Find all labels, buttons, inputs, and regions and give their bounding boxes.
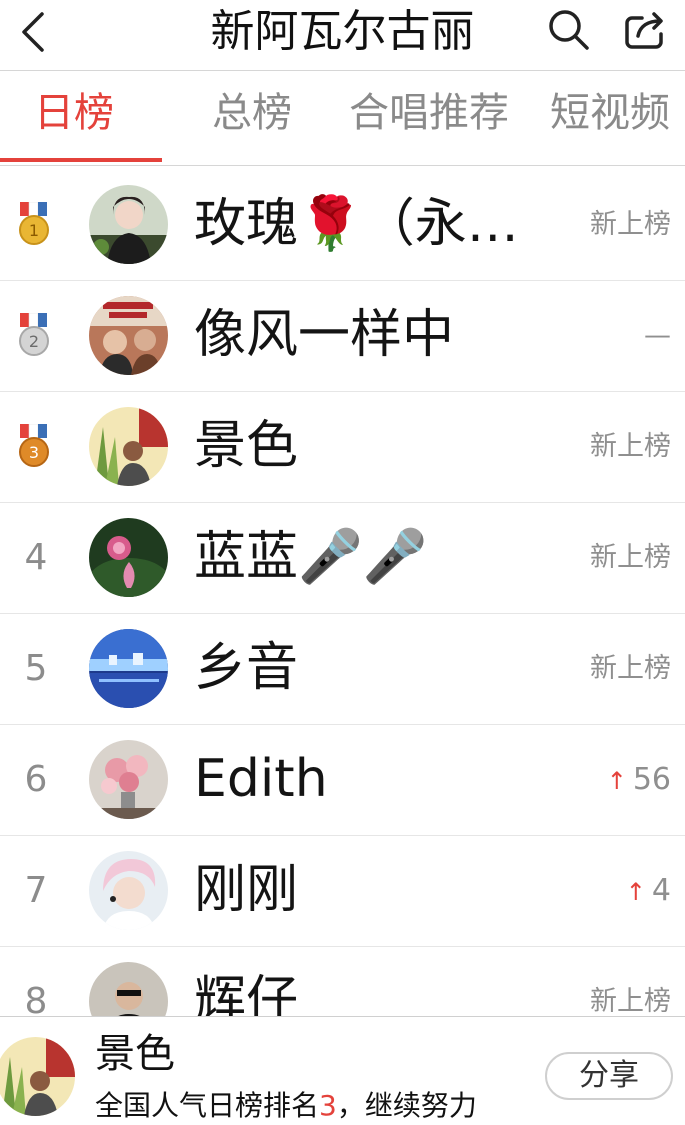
rank-number: 6	[24, 759, 48, 800]
tab-bar: 日榜 总榜 合唱推荐 短视频	[0, 71, 685, 166]
avatar[interactable]	[89, 851, 168, 930]
rank-number: 4	[24, 537, 48, 578]
silver-medal-icon: 2	[19, 313, 49, 356]
user-name[interactable]: 刚刚	[194, 835, 298, 946]
list-item[interactable]: 2 像风一样中 —	[0, 280, 685, 392]
my-rank-number: 3	[319, 1089, 337, 1122]
my-name: 景色	[95, 1031, 175, 1077]
list-item[interactable]: 1 玫瑰🌹（永… 新上榜	[0, 169, 685, 281]
share-icon[interactable]	[622, 8, 670, 52]
arrow-up-icon: ↑	[606, 767, 627, 795]
ranking-list[interactable]: 1 玫瑰🌹（永… 新上榜 2 像风一样中 — 3 景色 新上榜 4 蓝蓝🎤🎤 新…	[0, 169, 685, 1016]
svg-text:3: 3	[29, 443, 39, 462]
list-item[interactable]: 3 景色 新上榜	[0, 391, 685, 503]
rank-status: 新上榜	[590, 431, 671, 462]
rank-status: 新上榜	[590, 653, 671, 684]
my-rank-text: 全国人气日榜排名3，继续努力	[95, 1087, 477, 1125]
user-name[interactable]: Edith	[194, 724, 328, 835]
list-item[interactable]: 6 Edith ↑ 56	[0, 724, 685, 836]
share-button[interactable]: 分享	[545, 1052, 673, 1100]
avatar[interactable]	[0, 1037, 75, 1116]
avatar[interactable]	[89, 518, 168, 597]
tab-short-video[interactable]: 短视频	[550, 85, 670, 141]
my-rank-prefix: 全国人气日榜排名	[95, 1089, 320, 1122]
user-name[interactable]: 乡音	[194, 613, 298, 724]
rank-status: 新上榜	[590, 542, 671, 573]
rank-status: ↑ 56	[607, 724, 671, 835]
user-name[interactable]: 景色	[194, 391, 298, 502]
active-tab-indicator	[0, 158, 162, 162]
tab-overall[interactable]: 总榜	[212, 85, 292, 141]
list-item[interactable]: 8 辉仔 新上榜	[0, 946, 685, 1016]
user-name[interactable]: 蓝蓝🎤🎤	[194, 502, 428, 613]
avatar[interactable]	[89, 962, 168, 1016]
rank-number: 8	[24, 981, 48, 1016]
my-rank-bar: 景色 全国人气日榜排名3，继续努力 分享	[0, 1016, 685, 1125]
rank-status: 新上榜	[590, 209, 671, 240]
gold-medal-icon: 1	[19, 202, 49, 245]
avatar[interactable]	[89, 296, 168, 375]
avatar[interactable]	[89, 740, 168, 819]
avatar[interactable]	[89, 629, 168, 708]
user-name[interactable]: 辉仔	[194, 946, 298, 1016]
rank-number: 7	[24, 870, 48, 911]
tab-daily[interactable]: 日榜	[34, 85, 114, 141]
rank-number: 5	[24, 648, 48, 689]
arrow-up-icon: ↑	[625, 878, 646, 906]
rank-status: ↑ 4	[626, 835, 671, 946]
rank-change-value: 56	[632, 762, 671, 797]
bronze-medal-icon: 3	[19, 424, 49, 467]
top-bar: 新阿瓦尔古丽	[0, 0, 685, 71]
rank-change-value: 4	[651, 873, 671, 908]
svg-text:1: 1	[29, 221, 39, 240]
user-name[interactable]: 玫瑰🌹（永…	[194, 169, 519, 280]
my-rank-suffix: ，继续努力	[336, 1089, 477, 1122]
svg-text:2: 2	[29, 332, 39, 351]
search-icon[interactable]	[545, 6, 591, 52]
rank-status: —	[644, 320, 671, 351]
rank-status: 新上榜	[590, 986, 671, 1016]
list-item[interactable]: 5 乡音 新上榜	[0, 613, 685, 725]
tab-chorus-recommend[interactable]: 合唱推荐	[349, 85, 509, 141]
avatar[interactable]	[89, 407, 168, 486]
avatar[interactable]	[89, 185, 168, 264]
list-item[interactable]: 4 蓝蓝🎤🎤 新上榜	[0, 502, 685, 614]
list-item[interactable]: 7 刚刚 ↑ 4	[0, 835, 685, 947]
user-name[interactable]: 像风一样中	[194, 280, 454, 391]
